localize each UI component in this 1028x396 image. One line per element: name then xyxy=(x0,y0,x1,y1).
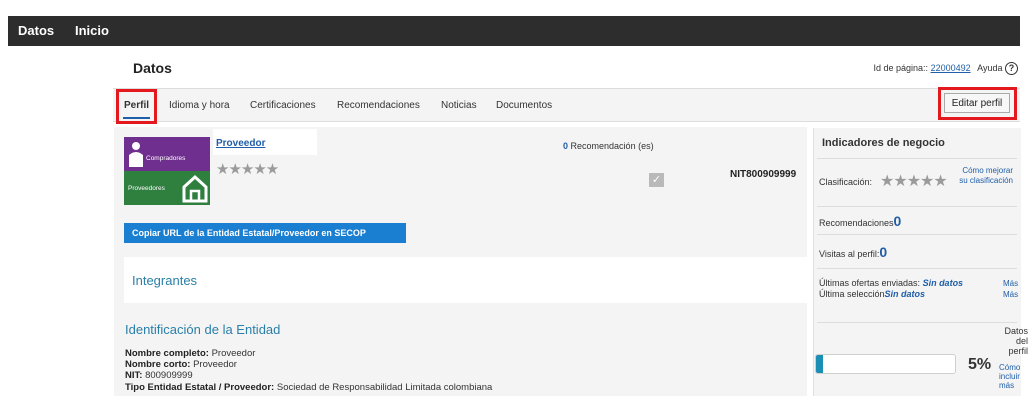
more-selection-link[interactable]: Más xyxy=(1003,290,1018,299)
visits-label: Visitas al perfil: xyxy=(819,249,880,259)
profile-tabs: Perfil Idioma y hora Certificaciones Rec… xyxy=(113,88,1020,122)
divider xyxy=(817,322,1017,323)
field-label: Nombre corto: xyxy=(125,359,191,370)
last-selection-row: Última selecciónSin datos xyxy=(819,289,925,299)
copy-url-button[interactable]: Copiar URL de la Entidad Estatal/Proveed… xyxy=(124,223,406,243)
field-value: Sociedad de Responsabilidad Limitada col… xyxy=(276,382,493,393)
classification-label: Clasificación: xyxy=(819,177,873,187)
divider xyxy=(817,234,1017,235)
field-nombre-completo: Nombre completo: Proveedor xyxy=(125,348,255,359)
identificacion-heading: Identificación de la Entidad xyxy=(125,322,281,337)
more-offers-link[interactable]: Más xyxy=(1003,279,1018,288)
logo-top-text: Compradores xyxy=(146,155,186,162)
profile-data-label: Datos del perfil xyxy=(1004,326,1028,356)
help-label[interactable]: Ayuda xyxy=(977,63,1002,73)
profile-completion-percent: 5% xyxy=(968,356,992,373)
field-label: Tipo Entidad Estatal / Proveedor: xyxy=(125,382,275,393)
include-more-link[interactable]: Cómo incluir más xyxy=(999,363,1027,390)
recommendations-summary: 0 Recomendación (es) xyxy=(563,141,654,151)
highlight-box-edit xyxy=(938,87,1017,120)
integrantes-section xyxy=(124,257,807,303)
improve-classification-link[interactable]: Cómo mejorar su clasificación xyxy=(955,166,1013,186)
recommendations-count: 0 xyxy=(563,141,569,151)
indicators-title: Indicadores de negocio xyxy=(822,137,945,149)
field-label: Nombre completo: xyxy=(125,348,209,359)
checkbox-icon: ✓ xyxy=(649,173,664,187)
page-id-link[interactable]: 22000492 xyxy=(931,63,971,73)
profile-completion-fill xyxy=(816,355,823,373)
page-id-label: Id de página:: xyxy=(873,62,929,73)
tab-certificaciones[interactable]: Certificaciones xyxy=(250,100,316,111)
indicator-recommendations: Recomendaciones0 xyxy=(819,213,901,229)
field-nombre-corto: Nombre corto: Proveedor xyxy=(125,359,237,370)
tab-noticias[interactable]: Noticias xyxy=(441,100,477,111)
last-offers-row: Últimas ofertas enviadas: Sin datos xyxy=(819,278,963,288)
tab-recomendaciones[interactable]: Recomendaciones xyxy=(337,100,420,111)
page-id-area: Id de página:: 22000492 Ayuda ? xyxy=(873,62,1018,75)
field-tipo-entidad: Tipo Entidad Estatal / Proveedor: Socied… xyxy=(125,382,492,393)
help-icon[interactable]: ? xyxy=(1005,62,1018,75)
recommendations-label: Recomendación (es) xyxy=(570,141,654,151)
provider-name-link[interactable]: Proveedor xyxy=(216,138,265,149)
tab-idioma-hora[interactable]: Idioma y hora xyxy=(169,100,230,111)
recommendations-indicator-label: Recomendaciones xyxy=(819,218,894,228)
divider xyxy=(817,158,1017,159)
entity-logo: Compradores Proveedores xyxy=(124,137,210,205)
divider xyxy=(817,206,1017,207)
field-value: Proveedor xyxy=(193,359,237,370)
last-offers-label: Últimas ofertas enviadas: xyxy=(819,278,921,288)
last-offers-value: Sin datos xyxy=(922,278,964,288)
nav-item-datos[interactable]: Datos xyxy=(18,23,54,38)
recommendations-indicator-value: 0 xyxy=(893,213,902,229)
visits-value: 0 xyxy=(879,244,888,260)
profile-completion-bar xyxy=(815,354,956,374)
tab-documentos[interactable]: Documentos xyxy=(496,100,552,111)
rating-stars: ★★★★★ xyxy=(216,161,279,178)
highlight-box-perfil xyxy=(116,89,157,124)
indicator-visits: Visitas al perfil:0 xyxy=(819,244,887,260)
field-value: Proveedor xyxy=(211,348,256,359)
last-selection-value: Sin datos xyxy=(884,289,926,299)
field-nit: NIT: 800909999 xyxy=(125,370,193,381)
nit-value: NIT800909999 xyxy=(730,169,797,180)
top-nav-bar: Datos Inicio xyxy=(8,16,1020,46)
logo-bottom-text: Proveedores xyxy=(128,185,166,192)
classification-stars: ★★★★★ xyxy=(880,173,948,190)
field-label: NIT: xyxy=(125,370,143,381)
field-value: 800909999 xyxy=(145,370,193,381)
divider xyxy=(817,268,1017,269)
page-title: Datos xyxy=(133,60,172,76)
last-selection-label: Última selección xyxy=(819,289,885,299)
nav-item-inicio[interactable]: Inicio xyxy=(75,23,109,38)
integrantes-heading: Integrantes xyxy=(132,273,198,288)
